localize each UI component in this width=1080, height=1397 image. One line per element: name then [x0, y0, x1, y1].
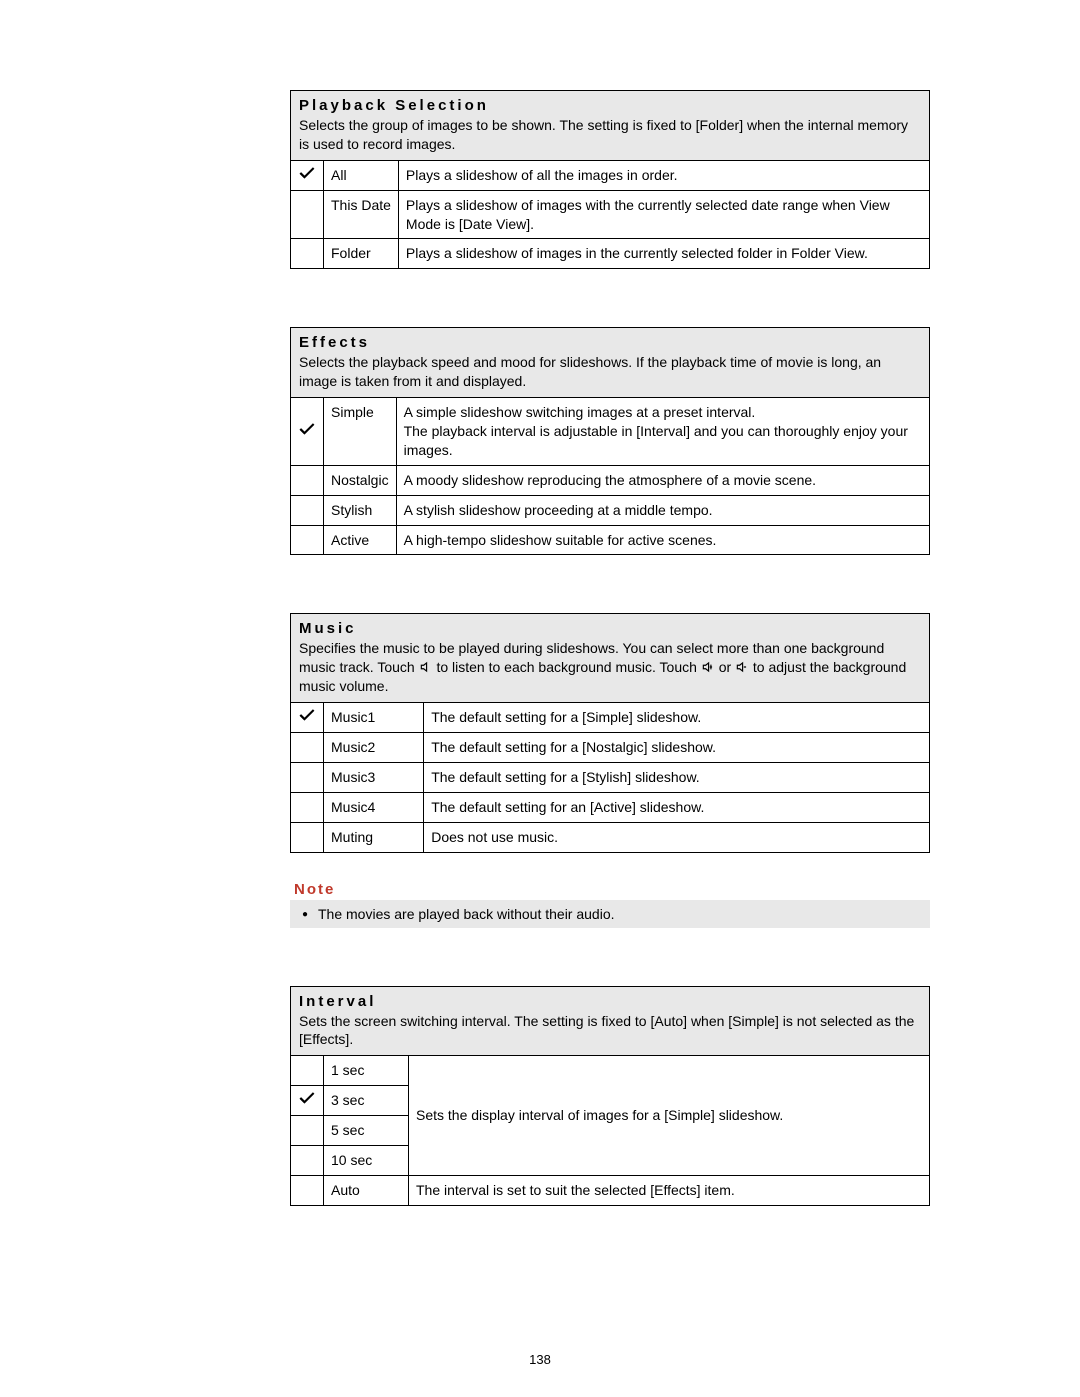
volume-up-icon: [701, 659, 719, 675]
option-name: 3 sec: [324, 1086, 409, 1116]
option-desc: Sets the display interval of images for …: [409, 1056, 930, 1175]
playback-options-table: AllPlays a slideshow of all the images i…: [291, 161, 929, 269]
option-desc: A high-tempo slideshow suitable for acti…: [396, 525, 929, 554]
check-cell: [291, 1146, 324, 1176]
table-row: SimpleA simple slideshow switching image…: [291, 398, 929, 465]
option-name: Music1: [324, 703, 424, 732]
option-desc: The default setting for a [Simple] slide…: [424, 703, 929, 732]
effects-desc: Selects the playback speed and mood for …: [299, 354, 881, 389]
option-name: 1 sec: [324, 1056, 409, 1085]
interval-desc: Sets the screen switching interval. The …: [299, 1013, 914, 1048]
effects-header: Effects Selects the playback speed and m…: [291, 328, 929, 398]
option-name: Muting: [324, 822, 424, 851]
option-desc: The default setting for a [Nostalgic] sl…: [424, 733, 929, 763]
check-cell: [291, 822, 324, 851]
check-cell: [291, 1056, 324, 1085]
option-name: This Date: [324, 190, 399, 239]
table-row: 1 secSets the display interval of images…: [291, 1056, 929, 1085]
check-cell: [291, 1175, 324, 1204]
effects-title: Effects: [299, 334, 921, 351]
check-cell: [291, 1086, 324, 1116]
option-desc: The default setting for an [Active] slid…: [424, 792, 929, 822]
table-row: StylishA stylish slideshow proceeding at…: [291, 495, 929, 525]
music-desc-mid2: or: [719, 659, 735, 675]
check-cell: [291, 190, 324, 239]
check-cell: [291, 495, 324, 525]
option-desc: Plays a slideshow of images in the curre…: [398, 239, 929, 268]
interval-title: Interval: [299, 993, 921, 1010]
option-name: Nostalgic: [324, 465, 397, 495]
playback-desc: Selects the group of images to be shown.…: [299, 117, 908, 152]
check-cell: [291, 733, 324, 763]
playback-selection-section: Playback Selection Selects the group of …: [290, 90, 930, 269]
interval-options-table: 1 secSets the display interval of images…: [291, 1056, 929, 1204]
table-row: Music1The default setting for a [Simple]…: [291, 703, 929, 732]
music-section: Music Specifies the music to be played d…: [290, 613, 930, 852]
check-icon: [297, 170, 317, 186]
check-cell: [291, 703, 324, 732]
option-name: Simple: [324, 398, 397, 465]
table-row: Music3The default setting for a [Stylish…: [291, 762, 929, 792]
playback-header: Playback Selection Selects the group of …: [291, 91, 929, 161]
table-row: ActiveA high-tempo slideshow suitable fo…: [291, 525, 929, 554]
option-name: Music2: [324, 733, 424, 763]
manual-page: Playback Selection Selects the group of …: [0, 0, 1080, 1397]
table-row: This DatePlays a slideshow of images wit…: [291, 190, 929, 239]
effects-section: Effects Selects the playback speed and m…: [290, 327, 930, 555]
option-name: 5 sec: [324, 1116, 409, 1146]
table-row: Music2The default setting for a [Nostalg…: [291, 733, 929, 763]
music-desc-mid1: to listen to each background music. Touc…: [436, 659, 700, 675]
interval-section: Interval Sets the screen switching inter…: [290, 986, 930, 1206]
note-box: The movies are played back without their…: [290, 900, 930, 928]
interval-header: Interval Sets the screen switching inter…: [291, 987, 929, 1057]
check-icon: [297, 426, 317, 442]
option-desc: The interval is set to suit the selected…: [409, 1175, 930, 1204]
music-options-table: Music1The default setting for a [Simple]…: [291, 703, 929, 851]
option-name: Auto: [324, 1175, 409, 1204]
note-text: The movies are played back without their…: [318, 906, 615, 922]
table-row: MutingDoes not use music.: [291, 822, 929, 851]
option-name: Music3: [324, 762, 424, 792]
table-row: Music4The default setting for an [Active…: [291, 792, 929, 822]
effects-options-table: SimpleA simple slideshow switching image…: [291, 398, 929, 554]
check-cell: [291, 161, 324, 190]
option-name: Stylish: [324, 495, 397, 525]
check-cell: [291, 792, 324, 822]
option-name: Music4: [324, 792, 424, 822]
page-number: 138: [0, 1352, 1080, 1367]
option-desc: A simple slideshow switching images at a…: [396, 398, 929, 465]
option-name: Active: [324, 525, 397, 554]
option-desc: Plays a slideshow of all the images in o…: [398, 161, 929, 190]
option-name: Folder: [324, 239, 399, 268]
table-row: AllPlays a slideshow of all the images i…: [291, 161, 929, 190]
check-cell: [291, 398, 324, 465]
check-cell: [291, 762, 324, 792]
option-desc: A stylish slideshow proceeding at a midd…: [396, 495, 929, 525]
note-title: Note: [294, 881, 930, 898]
check-cell: [291, 465, 324, 495]
option-desc: Does not use music.: [424, 822, 929, 851]
option-desc: The default setting for a [Stylish] slid…: [424, 762, 929, 792]
check-cell: [291, 1116, 324, 1146]
option-desc: A moody slideshow reproducing the atmosp…: [396, 465, 929, 495]
playback-title: Playback Selection: [299, 97, 921, 114]
volume-icon: [419, 659, 437, 675]
option-name: 10 sec: [324, 1146, 409, 1176]
music-title: Music: [299, 620, 921, 637]
table-row: AutoThe interval is set to suit the sele…: [291, 1175, 929, 1204]
check-icon: [297, 712, 317, 728]
table-row: NostalgicA moody slideshow reproducing t…: [291, 465, 929, 495]
volume-down-icon: [735, 659, 753, 675]
option-desc: Plays a slideshow of images with the cur…: [398, 190, 929, 239]
check-cell: [291, 525, 324, 554]
music-header: Music Specifies the music to be played d…: [291, 614, 929, 703]
table-row: FolderPlays a slideshow of images in the…: [291, 239, 929, 268]
music-desc: Specifies the music to be played during …: [299, 640, 906, 694]
check-cell: [291, 239, 324, 268]
option-name: All: [324, 161, 399, 190]
check-icon: [297, 1095, 317, 1111]
